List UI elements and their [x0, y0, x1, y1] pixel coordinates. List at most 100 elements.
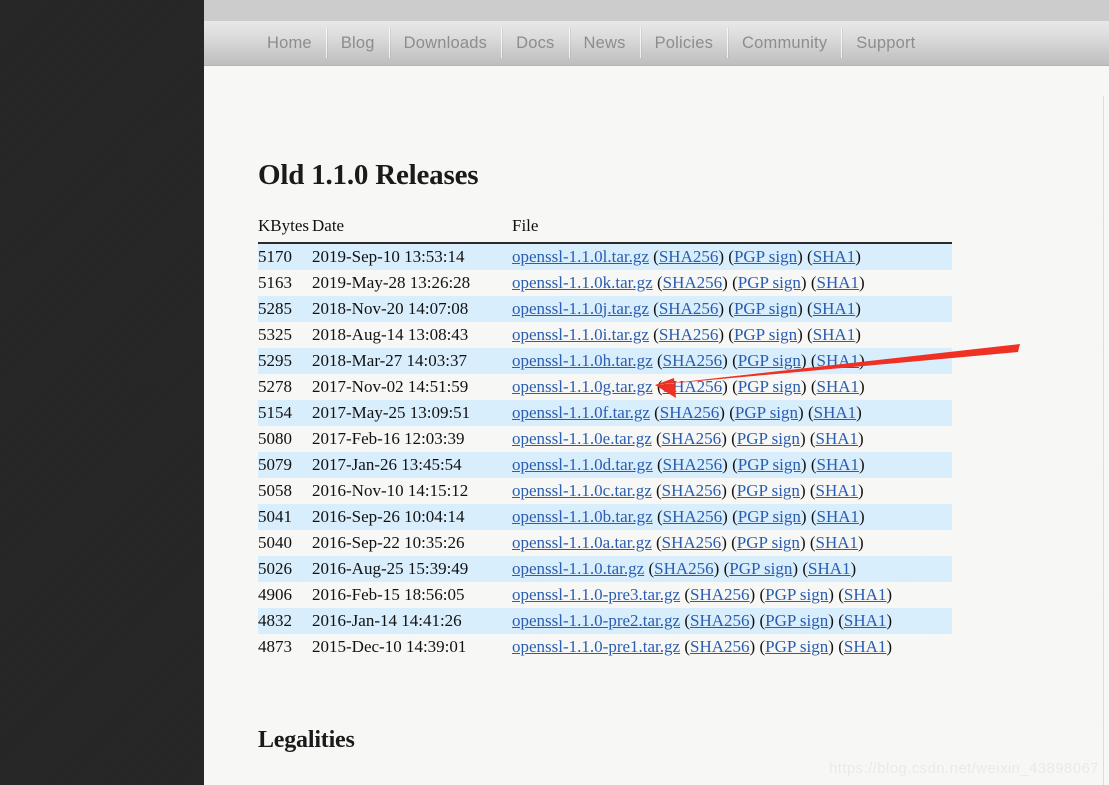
screen: Home Blog Downloads Docs News Policies C… [0, 0, 1109, 785]
download-link-tarball[interactable]: openssl-1.1.0.tar.gz [512, 559, 644, 578]
signature-link-pgp[interactable]: PGP sign [765, 611, 828, 630]
nav-item-docs[interactable]: Docs [502, 28, 570, 58]
checksum-link-sha1[interactable]: SHA1 [816, 533, 859, 552]
checksum-link-sha1[interactable]: SHA1 [813, 247, 856, 266]
download-link-tarball[interactable]: openssl-1.1.0a.tar.gz [512, 533, 652, 552]
paren-close: ) [886, 636, 893, 656]
paren-open: ( [798, 558, 808, 578]
nav-item-home[interactable]: Home [253, 28, 327, 58]
signature-link-pgp[interactable]: PGP sign [738, 351, 801, 370]
download-link-tarball[interactable]: openssl-1.1.0j.tar.gz [512, 299, 649, 318]
checksum-link-sha1[interactable]: SHA1 [813, 299, 856, 318]
cell-date: 2015-Dec-10 14:39:01 [312, 636, 467, 656]
checksum-link-sha1[interactable]: SHA1 [816, 507, 859, 526]
checksum-link-sha1[interactable]: SHA1 [844, 637, 887, 656]
checksum-link-sha1[interactable]: SHA1 [844, 585, 887, 604]
paren-open: ( [802, 246, 813, 266]
cell-date: 2018-Aug-14 13:08:43 [312, 324, 469, 344]
paren-open: ( [726, 480, 737, 500]
paren-close: ) [858, 480, 864, 500]
signature-link-pgp[interactable]: PGP sign [734, 299, 797, 318]
column-header-date: Date [312, 216, 512, 244]
paren-close: ) [858, 532, 864, 552]
checksum-link-sha1[interactable]: SHA1 [816, 481, 859, 500]
checksum-link-sha256[interactable]: SHA256 [690, 611, 750, 630]
nav-item-policies[interactable]: Policies [641, 28, 729, 58]
signature-link-pgp[interactable]: PGP sign [737, 481, 800, 500]
nav-item-downloads[interactable]: Downloads [390, 28, 503, 58]
signature-link-pgp[interactable]: PGP sign [765, 637, 828, 656]
cell-file: openssl-1.1.0-pre2.tar.gz (SHA256) (PGP … [512, 608, 952, 634]
cell-date: 2017-Jan-26 13:45:54 [312, 452, 512, 478]
download-link-tarball[interactable]: openssl-1.1.0-pre1.tar.gz [512, 637, 680, 656]
signature-link-pgp[interactable]: PGP sign [735, 403, 798, 422]
download-link-tarball[interactable]: openssl-1.1.0d.tar.gz [512, 455, 653, 474]
download-link-tarball[interactable]: openssl-1.1.0c.tar.gz [512, 481, 652, 500]
cell-kbytes: 5285 [258, 296, 312, 322]
download-link-tarball[interactable]: openssl-1.1.0-pre2.tar.gz [512, 611, 680, 630]
checksum-link-sha256[interactable]: SHA256 [659, 325, 719, 344]
download-link-tarball[interactable]: openssl-1.1.0l.tar.gz [512, 247, 649, 266]
checksum-link-sha256[interactable]: SHA256 [663, 351, 723, 370]
checksum-link-sha256[interactable]: SHA256 [690, 637, 750, 656]
signature-link-pgp[interactable]: PGP sign [738, 455, 801, 474]
cell-date: 2019-Sep-10 13:53:14 [312, 243, 512, 270]
nav-item-community[interactable]: Community [728, 28, 843, 58]
download-link-tarball[interactable]: openssl-1.1.0k.tar.gz [512, 273, 653, 292]
download-link-tarball[interactable]: openssl-1.1.0-pre3.tar.gz [512, 585, 680, 604]
table-row: 4906 2016-Feb-15 18:56:05 openssl-1.1.0-pr… [258, 582, 952, 608]
signature-link-pgp[interactable]: PGP sign [738, 273, 801, 292]
download-link-tarball[interactable]: openssl-1.1.0f.tar.gz [512, 403, 650, 422]
paren-open: ( [652, 272, 663, 292]
cell-file: openssl-1.1.0k.tar.gz (SHA256) (PGP sign… [512, 270, 952, 296]
checksum-link-sha256[interactable]: SHA256 [662, 533, 722, 552]
checksum-link-sha256[interactable]: SHA256 [690, 585, 750, 604]
checksum-link-sha256[interactable]: SHA256 [660, 403, 720, 422]
paren-open: ( [806, 506, 817, 526]
checksum-link-sha1[interactable]: SHA1 [816, 429, 859, 448]
cell-file: openssl-1.1.0d.tar.gz (SHA256) (PGP sign… [512, 452, 952, 478]
checksum-link-sha1[interactable]: SHA1 [816, 455, 859, 474]
checksum-link-sha256[interactable]: SHA256 [663, 273, 723, 292]
checksum-link-sha256[interactable]: SHA256 [663, 455, 723, 474]
cell-date: 2017-Nov-02 14:51:59 [312, 376, 469, 396]
signature-link-pgp[interactable]: PGP sign [765, 585, 828, 604]
download-link-tarball[interactable]: openssl-1.1.0g.tar.gz [512, 377, 653, 396]
checksum-link-sha256[interactable]: SHA256 [659, 247, 719, 266]
checksum-link-sha1[interactable]: SHA1 [816, 273, 859, 292]
download-link-tarball[interactable]: openssl-1.1.0e.tar.gz [512, 429, 652, 448]
download-link-tarball[interactable]: openssl-1.1.0h.tar.gz [512, 351, 653, 370]
checksum-link-sha1[interactable]: SHA1 [814, 403, 857, 422]
cell-date: 2016-Feb-15 18:56:05 [312, 584, 465, 604]
table-row: 5040 2016-Sep-22 10:35:26 openssl-1.1.0a.t… [258, 530, 952, 556]
checksum-link-sha256[interactable]: SHA256 [659, 299, 719, 318]
cell-file: openssl-1.1.0l.tar.gz (SHA256) (PGP sign… [512, 243, 952, 270]
checksum-link-sha1[interactable]: SHA1 [816, 377, 859, 396]
vertical-scrollbar[interactable] [1103, 96, 1104, 785]
signature-link-pgp[interactable]: PGP sign [729, 559, 792, 578]
signature-link-pgp[interactable]: PGP sign [734, 325, 797, 344]
signature-link-pgp[interactable]: PGP sign [737, 429, 800, 448]
checksum-link-sha256[interactable]: SHA256 [662, 481, 722, 500]
signature-link-pgp[interactable]: PGP sign [737, 533, 800, 552]
checksum-link-sha256[interactable]: SHA256 [663, 377, 723, 396]
signature-link-pgp[interactable]: PGP sign [738, 377, 801, 396]
cell-kbytes: 5058 [258, 480, 292, 500]
nav-item-news[interactable]: News [570, 28, 641, 58]
signature-link-pgp[interactable]: PGP sign [738, 507, 801, 526]
nav-item-blog[interactable]: Blog [327, 28, 390, 58]
download-link-tarball[interactable]: openssl-1.1.0b.tar.gz [512, 507, 653, 526]
cell-date: 2018-Nov-20 14:07:08 [312, 296, 512, 322]
paren-close: ) [856, 402, 862, 422]
checksum-link-sha1[interactable]: SHA1 [808, 559, 851, 578]
checksum-link-sha256[interactable]: SHA256 [663, 507, 723, 526]
checksum-link-sha256[interactable]: SHA256 [654, 559, 714, 578]
checksum-link-sha1[interactable]: SHA1 [844, 611, 887, 630]
checksum-link-sha1[interactable]: SHA1 [816, 351, 859, 370]
checksum-link-sha1[interactable]: SHA1 [813, 325, 856, 344]
cell-date: 2018-Mar-27 14:03:37 [312, 348, 512, 374]
checksum-link-sha256[interactable]: SHA256 [662, 429, 722, 448]
download-link-tarball[interactable]: openssl-1.1.0i.tar.gz [512, 325, 649, 344]
signature-link-pgp[interactable]: PGP sign [734, 247, 797, 266]
nav-item-support[interactable]: Support [842, 28, 929, 58]
